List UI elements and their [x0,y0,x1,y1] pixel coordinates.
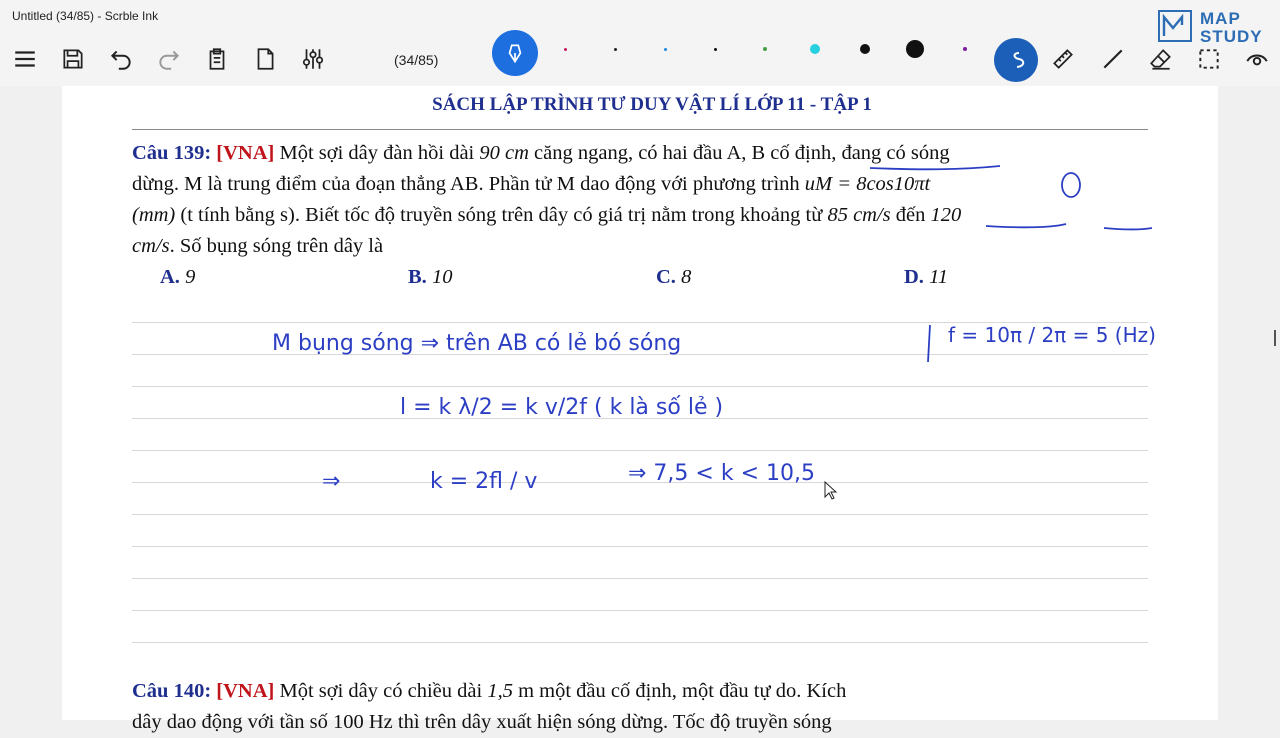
pen-color-2[interactable] [614,48,617,51]
text: (mm) [132,204,176,226]
text: Một sợi dây có chiều dài [274,680,488,702]
ruled-line [132,354,1148,355]
text: căng ngang, có hai đầu A, B cố định, đan… [528,142,950,164]
save-icon[interactable] [58,44,88,74]
text: (t tính bằng s). Biết tốc độ truyền sóng… [175,204,828,226]
eraser-icon[interactable] [1146,44,1176,74]
ruled-line [132,546,1148,547]
text: Một sợi dây đàn hồi dài [274,142,480,164]
scrollbar-thumb[interactable] [1274,330,1276,346]
question-tag: [VNA] [216,680,275,702]
answer-d: D. 11 [904,266,948,289]
pen-color-5[interactable] [763,47,767,51]
ruled-line [132,418,1148,419]
text: 90 cm [479,142,529,164]
text: 85 cm/s [827,204,891,226]
header-divider [132,129,1148,130]
pen-color-9[interactable] [963,47,967,51]
text: dây dao động với tần số 100 Hz thì trên … [132,711,832,733]
view-icon[interactable] [1242,44,1272,74]
answer-value: 9 [185,266,196,288]
ruled-line [132,578,1148,579]
pen-color-7[interactable] [860,44,870,54]
ruled-line [132,514,1148,515]
pen-color-8[interactable] [906,40,924,58]
brand-text-bottom: STUDY [1200,27,1263,46]
settings-sliders-icon[interactable] [298,44,328,74]
text: m một đầu cố định, một đầu tự do. Kích [512,680,847,702]
text: 120 [930,204,962,226]
clipboard-icon[interactable] [202,44,232,74]
window-title: Untitled (34/85) - Scrble Ink [12,9,159,23]
title-bar: Untitled (34/85) - Scrble Ink [0,0,1280,34]
pen-color-1[interactable] [564,48,567,51]
question-number: Câu 140: [132,680,212,702]
ruled-line [132,386,1148,387]
pen-color-6[interactable] [810,44,820,54]
stroke-style-icon[interactable] [994,38,1038,82]
mapstudy-logo [1158,10,1192,42]
text: đến [890,204,931,226]
note-page[interactable]: SÁCH LẬP TRÌNH TƯ DUY VẬT LÍ LỚP 11 - TẬ… [62,86,1218,733]
ruled-line [132,610,1148,611]
answer-letter: B. [408,266,427,288]
question-140: Câu 140: [VNA] Một sợi dây có chiều dài … [132,676,1152,738]
pen-color-4[interactable] [714,48,717,51]
page-counter: (34/85) [394,52,439,68]
menu-icon[interactable] [10,44,40,74]
question-139: Câu 139: [VNA] Một sợi dây đàn hồi dài 9… [132,138,1152,262]
question-tag: [VNA] [216,142,275,164]
answer-value: 8 [681,266,692,288]
answer-value: 11 [929,266,949,288]
ruled-line [132,450,1148,451]
line-tool-icon[interactable] [1098,44,1128,74]
answer-a: A. 9 [160,266,195,289]
answer-value: 10 [431,266,453,288]
brand-text-top: MAP [1200,9,1241,28]
ruled-line [132,482,1148,483]
text: cm/s [132,235,170,257]
toolbar: (34/85) MAP STUDY [0,9,1280,86]
ruled-line [132,322,1148,323]
answer-c: C. 8 [656,266,691,289]
answer-letter: D. [904,266,924,288]
question-number: Câu 139: [132,142,212,164]
answer-letter: A. [160,266,180,288]
redo-icon[interactable] [154,44,184,74]
pen-color-3[interactable] [664,48,667,51]
fountain-pen-icon[interactable] [492,30,538,76]
ruler-icon[interactable] [1048,44,1078,74]
answer-b: B. 10 [408,266,452,289]
ruled-line [132,642,1148,643]
book-title: SÁCH LẬP TRÌNH TƯ DUY VẬT LÍ LỚP 11 - TẬ… [432,94,872,115]
text: . Số bụng sóng trên dây là [169,235,384,257]
undo-icon[interactable] [106,44,136,74]
lasso-select-icon[interactable] [1194,44,1224,74]
equation: uM = 8cos10πt [804,173,931,195]
new-page-icon[interactable] [250,44,280,74]
text: 1,5 [487,680,513,702]
text: dừng. M là trung điểm của đoạn thẳng AB.… [132,173,805,195]
answer-letter: C. [656,266,676,288]
